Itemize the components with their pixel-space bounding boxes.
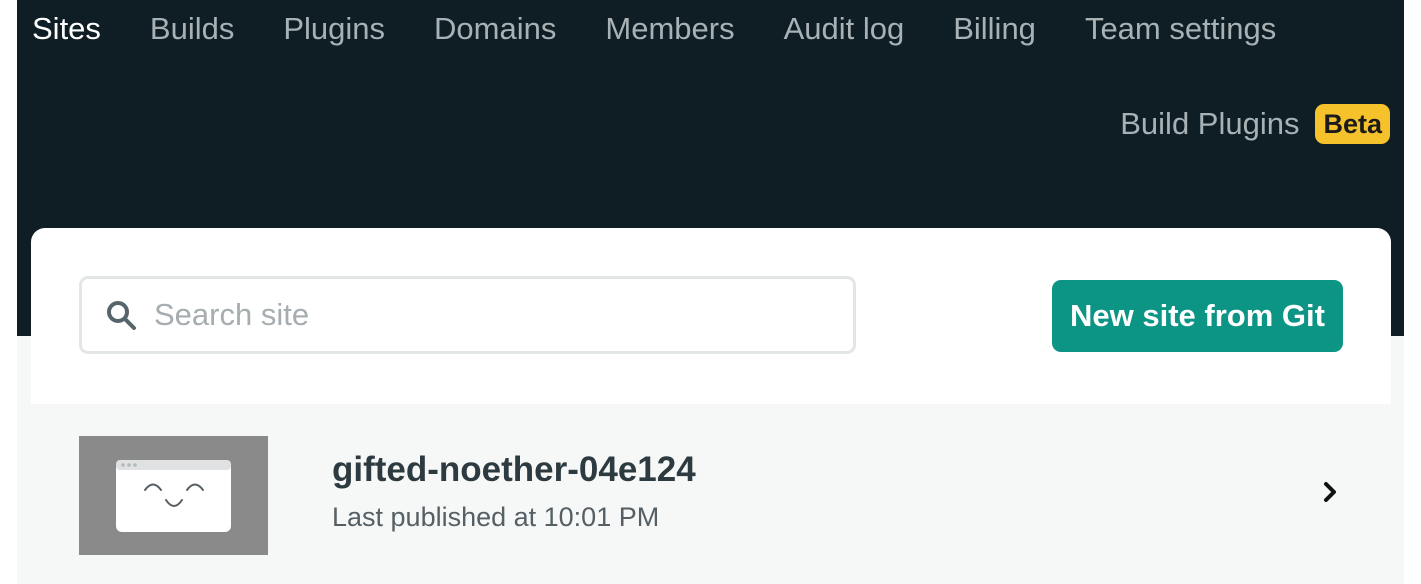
new-site-from-git-button[interactable]: New site from Git bbox=[1052, 280, 1343, 352]
sites-panel: New site from Git gifted-noether-04e124 … bbox=[31, 228, 1391, 584]
tab-members[interactable]: Members bbox=[605, 10, 734, 48]
build-plugins-label[interactable]: Build Plugins bbox=[1120, 104, 1299, 144]
site-name[interactable]: gifted-noether-04e124 bbox=[332, 448, 696, 492]
smiling-browser-window-icon bbox=[116, 460, 231, 532]
tab-domains[interactable]: Domains bbox=[434, 10, 556, 48]
site-search[interactable] bbox=[79, 276, 856, 354]
site-list-item[interactable]: gifted-noether-04e124 Last published at … bbox=[31, 404, 1391, 584]
tab-plugins[interactable]: Plugins bbox=[283, 10, 385, 48]
tab-audit-log[interactable]: Audit log bbox=[784, 10, 905, 48]
beta-badge: Beta bbox=[1315, 104, 1390, 144]
search-icon bbox=[107, 301, 136, 330]
netlify-sites-page: Sites Builds Plugins Domains Members Aud… bbox=[0, 0, 1421, 584]
tab-sites[interactable]: Sites bbox=[32, 10, 101, 48]
team-navigation: Sites Builds Plugins Domains Members Aud… bbox=[32, 10, 1276, 48]
search-input[interactable] bbox=[154, 290, 794, 340]
tab-builds[interactable]: Builds bbox=[150, 10, 234, 48]
last-published-time: Last published at 10:01 PM bbox=[332, 502, 660, 532]
chevron-right-icon[interactable] bbox=[1320, 478, 1340, 506]
site-thumbnail bbox=[79, 436, 268, 555]
build-plugins-link[interactable]: Build Plugins Beta bbox=[1120, 104, 1390, 144]
tab-billing[interactable]: Billing bbox=[953, 10, 1036, 48]
tab-team-settings[interactable]: Team settings bbox=[1085, 10, 1276, 48]
